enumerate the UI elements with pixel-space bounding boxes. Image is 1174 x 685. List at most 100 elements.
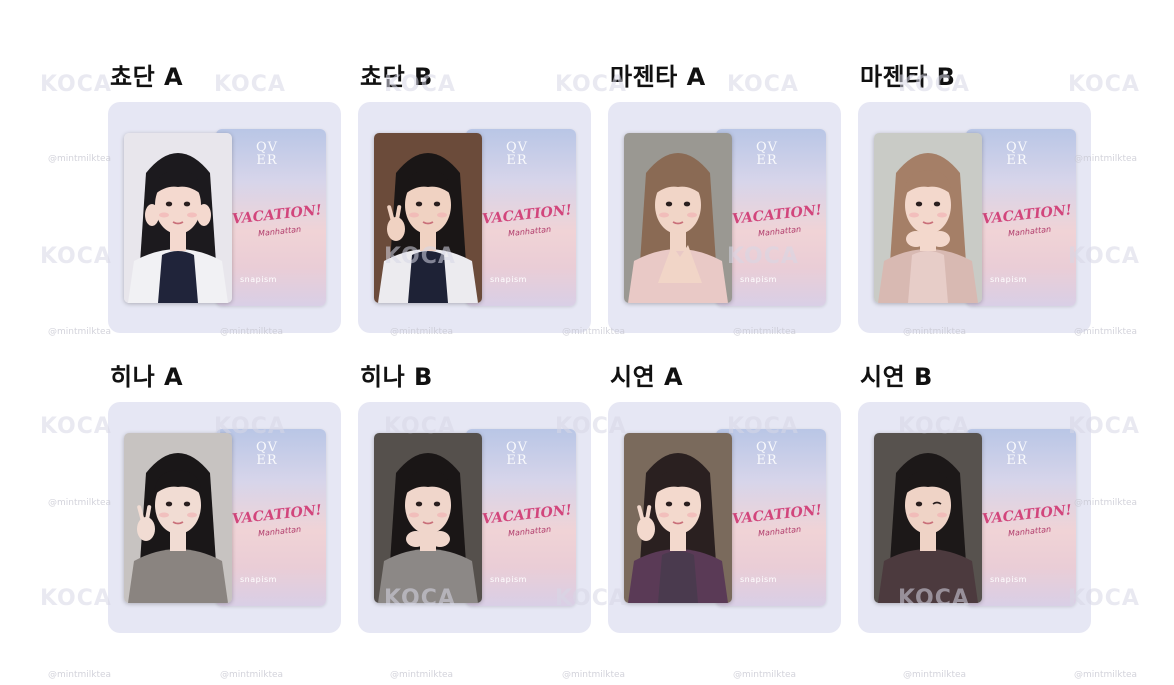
hand bbox=[930, 231, 950, 247]
blush-left bbox=[909, 212, 919, 218]
card-back-title: VACATION! bbox=[731, 202, 823, 228]
card-back-logo: QV ER bbox=[1006, 140, 1029, 168]
card-panel: QV ER VACATION! Manhattan snapism bbox=[358, 102, 591, 333]
card-back: QV ER VACATION! Manhattan snapism bbox=[466, 429, 576, 606]
eye-left bbox=[165, 501, 173, 507]
card-back-brand: snapism bbox=[740, 575, 777, 584]
eye-right bbox=[933, 201, 941, 207]
blush-right bbox=[437, 212, 447, 218]
eye-right bbox=[683, 501, 691, 507]
card-back-logo: QV ER bbox=[256, 440, 279, 468]
photocard-item[interactable]: 마젠타 B QV ER VACATION! Manhattan snapism bbox=[858, 62, 1091, 333]
photocard-item[interactable]: 히나 A QV ER VACATION! Manhattan snapism bbox=[108, 362, 341, 633]
hand bbox=[197, 204, 211, 226]
card-label: 히나 A bbox=[110, 363, 184, 391]
top-clothing bbox=[908, 251, 948, 303]
photocard-item[interactable]: 쵸단 B QV ER VACATION! Manhattan snapism bbox=[358, 62, 591, 333]
top-clothing bbox=[908, 551, 948, 603]
card-back: QV ER VACATION! Manhattan snapism bbox=[466, 129, 576, 306]
card-back-subtitle: Manhattan bbox=[1007, 224, 1052, 239]
card-back-brand: snapism bbox=[490, 575, 527, 584]
card-back-title: VACATION! bbox=[981, 202, 1073, 228]
card-label: 시연 A bbox=[610, 363, 684, 391]
card-back-logo: QV ER bbox=[256, 140, 279, 168]
member-photo bbox=[874, 133, 982, 303]
blush-left bbox=[159, 212, 169, 218]
eye-right bbox=[183, 501, 191, 507]
top-clothing bbox=[158, 251, 198, 303]
card-back-subtitle: Manhattan bbox=[257, 224, 302, 239]
watermark-handle: @mintmilktea bbox=[220, 670, 284, 680]
eye-right bbox=[433, 501, 441, 507]
hand bbox=[906, 231, 926, 247]
card-label: 히나 B bbox=[360, 363, 433, 391]
card-back-brand: snapism bbox=[240, 275, 277, 284]
card-label: 마젠타 B bbox=[860, 63, 956, 91]
eye-right bbox=[683, 201, 691, 207]
blush-left bbox=[409, 212, 419, 218]
eye-left bbox=[665, 201, 673, 207]
card-back-logo: QV ER bbox=[1006, 440, 1029, 468]
member-photo bbox=[374, 133, 482, 303]
card-back: QV ER VACATION! Manhattan snapism bbox=[966, 129, 1076, 306]
eye-left bbox=[915, 201, 923, 207]
watermark-handle: @mintmilktea bbox=[562, 670, 626, 680]
eye-left bbox=[415, 201, 423, 207]
watermark-brand: KOCA bbox=[40, 586, 112, 611]
card-back-subtitle: Manhattan bbox=[257, 524, 302, 539]
card-back-title: VACATION! bbox=[481, 502, 573, 528]
blush-right bbox=[937, 512, 947, 518]
photocard-item[interactable]: 시연 A QV ER VACATION! Manhattan snapism bbox=[608, 362, 841, 633]
card-back-brand: snapism bbox=[490, 275, 527, 284]
top-clothing bbox=[158, 551, 198, 603]
hand bbox=[145, 204, 159, 226]
card-label: 쵸단 A bbox=[110, 63, 184, 91]
eye-right bbox=[433, 201, 441, 207]
blush-right bbox=[687, 212, 697, 218]
watermark-handle: @mintmilktea bbox=[733, 670, 797, 680]
member-photo bbox=[624, 433, 732, 603]
watermark-brand: KOCA bbox=[40, 244, 112, 269]
portrait-illustration bbox=[374, 133, 482, 303]
card-back-logo: QV ER bbox=[756, 140, 779, 168]
portrait-illustration bbox=[624, 433, 732, 603]
watermark-handle: @mintmilktea bbox=[48, 498, 112, 508]
top-clothing bbox=[408, 551, 448, 603]
blush-left bbox=[909, 512, 919, 518]
photocard-item[interactable]: 쵸단 A QV ER VACATION! Manhattan snapism bbox=[108, 62, 341, 333]
card-back-logo: QV ER bbox=[506, 140, 529, 168]
watermark-handle: @mintmilktea bbox=[48, 327, 112, 337]
card-back-logo: QV ER bbox=[506, 440, 529, 468]
member-photo bbox=[124, 433, 232, 603]
card-back: QV ER VACATION! Manhattan snapism bbox=[716, 429, 826, 606]
photocard-item[interactable]: 마젠타 A QV ER VACATION! Manhattan snapism bbox=[608, 62, 841, 333]
portrait-illustration bbox=[124, 433, 232, 603]
blush-right bbox=[937, 212, 947, 218]
portrait-illustration bbox=[124, 133, 232, 303]
card-back: QV ER VACATION! Manhattan snapism bbox=[716, 129, 826, 306]
card-back: QV ER VACATION! Manhattan snapism bbox=[966, 429, 1076, 606]
card-back-brand: snapism bbox=[990, 275, 1027, 284]
watermark-handle: @mintmilktea bbox=[1074, 670, 1138, 680]
card-back-title: VACATION! bbox=[231, 502, 323, 528]
card-label: 마젠타 A bbox=[610, 63, 706, 91]
blush-left bbox=[159, 512, 169, 518]
watermark-brand: KOCA bbox=[40, 72, 112, 97]
card-label: 시연 B bbox=[860, 363, 933, 391]
card-back-brand: snapism bbox=[990, 575, 1027, 584]
watermark-handle: @mintmilktea bbox=[48, 154, 112, 164]
blush-right bbox=[187, 212, 197, 218]
photocard-item[interactable]: 히나 B QV ER VACATION! Manhattan snapism bbox=[358, 362, 591, 633]
portrait-illustration bbox=[624, 133, 732, 303]
card-panel: QV ER VACATION! Manhattan snapism bbox=[608, 102, 841, 333]
photocard-grid: 쵸단 A QV ER VACATION! Manhattan snapism 쵸… bbox=[108, 62, 1091, 633]
card-back-subtitle: Manhattan bbox=[507, 524, 552, 539]
watermark-brand: KOCA bbox=[40, 414, 112, 439]
watermark-handle: @mintmilktea bbox=[48, 670, 112, 680]
card-back-subtitle: Manhattan bbox=[757, 224, 802, 239]
blush-left bbox=[659, 512, 669, 518]
card-back-brand: snapism bbox=[740, 275, 777, 284]
card-back-title: VACATION! bbox=[231, 202, 323, 228]
eye-left bbox=[165, 201, 173, 207]
photocard-item[interactable]: 시연 B QV ER VACATION! Manhattan snapism bbox=[858, 362, 1091, 633]
